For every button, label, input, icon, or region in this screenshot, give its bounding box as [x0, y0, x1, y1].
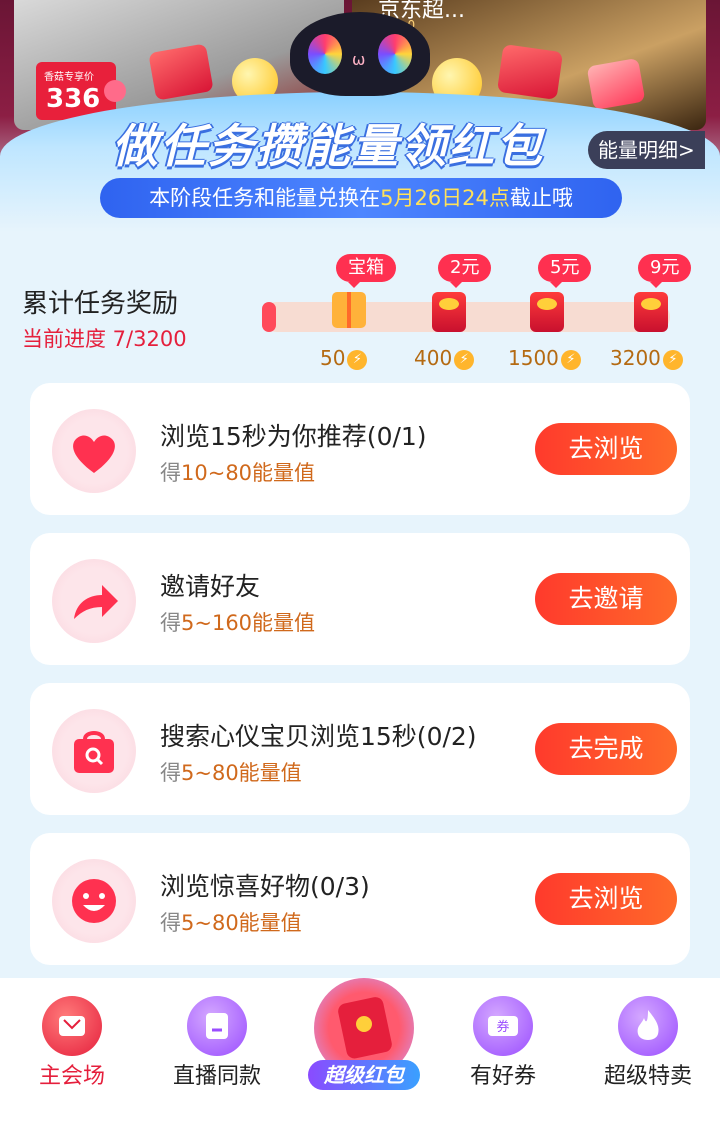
task-icon-circle — [52, 709, 136, 793]
task-card: 浏览15秒为你推荐(0/1) 得10~80能量值 去浏览 — [30, 383, 690, 515]
deadline-notice: 本阶段任务和能量兑换在5月26日24点截止哦 — [100, 178, 622, 218]
milestone-tag: 9元 — [638, 254, 692, 288]
task-action-button[interactable]: 去浏览 — [535, 423, 677, 475]
red-envelope-icon — [634, 292, 668, 332]
task-icon-circle — [52, 409, 136, 493]
tmall-cat-mascot: ω — [290, 12, 430, 96]
heart-icon — [73, 435, 115, 473]
milestone-tag: 2元 — [438, 254, 492, 288]
red-envelope-icon — [530, 292, 564, 332]
tab-super-red-envelope[interactable]: 超级红包 — [306, 978, 422, 1129]
task-reward: 得5~80能量值 — [160, 761, 302, 785]
tab-super-sale[interactable]: 超级特卖 — [588, 978, 708, 1129]
tv-icon — [42, 996, 102, 1056]
task-title: 浏览15秒为你推荐(0/1) — [160, 422, 427, 451]
deadline-prefix: 本阶段任务和能量兑换在 — [149, 186, 381, 210]
mascot-eye-icon — [378, 34, 412, 74]
smiley-icon — [72, 879, 116, 923]
bookmark-icon — [187, 996, 247, 1056]
task-action-button[interactable]: 去浏览 — [535, 873, 677, 925]
coupon-icon: 券 — [473, 996, 533, 1056]
progress-track — [262, 302, 670, 332]
energy-bolt-icon: ⚡ — [347, 349, 368, 370]
red-envelope-decoration — [586, 57, 646, 111]
task-card: 搜索心仪宝贝浏览15秒(0/2) 得5~80能量值 去完成 — [30, 683, 690, 815]
gift-box-icon — [332, 292, 366, 328]
task-title: 邀请好友 — [160, 572, 261, 601]
milestone-tag: 5元 — [538, 254, 592, 288]
energy-detail-button[interactable]: 能量明细> — [588, 131, 705, 169]
tab-label: 超级红包 — [308, 1060, 420, 1090]
milestone-tag: 宝箱 — [336, 254, 396, 288]
progress-current: 当前进度 7/3200 — [22, 327, 187, 351]
tab-label: 主会场 — [38, 1064, 105, 1089]
red-envelope-decoration — [148, 43, 214, 101]
shopping-bag-search-icon — [74, 731, 114, 773]
task-action-button[interactable]: 去完成 — [535, 723, 677, 775]
svg-text:券: 券 — [496, 1019, 509, 1035]
milestone-amount: 50 ⚡ — [320, 346, 368, 370]
bottom-tab-bar: 主会场 直播同款 超级红包 券 有好券 超级特卖 — [0, 978, 720, 1129]
task-reward: 得10~80能量值 — [160, 461, 316, 485]
task-title: 浏览惊喜好物(0/3) — [160, 872, 370, 901]
red-envelope-icon — [432, 292, 466, 332]
deadline-suffix: 截止哦 — [509, 186, 573, 210]
task-icon-circle — [52, 859, 136, 943]
tab-coupons[interactable]: 券 有好券 — [443, 978, 563, 1129]
flame-icon — [618, 996, 678, 1056]
progress-label: 累计任务奖励 — [22, 289, 179, 319]
share-arrow-icon — [74, 585, 118, 619]
task-title: 搜索心仪宝贝浏览15秒(0/2) — [160, 722, 477, 751]
progress-fill — [262, 302, 276, 332]
price-tag-value: 336 — [46, 84, 101, 114]
heart-decoration — [104, 80, 126, 102]
tab-label: 超级特卖 — [603, 1064, 692, 1089]
task-card: 浏览惊喜好物(0/3) 得5~80能量值 去浏览 — [30, 833, 690, 965]
task-action-button[interactable]: 去邀请 — [535, 573, 677, 625]
task-reward: 得5~80能量值 — [160, 911, 302, 935]
red-envelope-decoration — [496, 44, 564, 100]
tab-label: 直播同款 — [172, 1064, 261, 1089]
task-icon-circle — [52, 559, 136, 643]
energy-bolt-icon: ⚡ — [662, 349, 683, 370]
page-title: 做任务攒能量领红包 — [112, 119, 544, 173]
deadline-date: 5月26日24点 — [380, 186, 510, 210]
milestone-amount: 3200 ⚡ — [610, 346, 683, 370]
energy-bolt-icon: ⚡ — [560, 349, 581, 370]
task-reward: 得5~160能量值 — [160, 611, 316, 635]
price-tag-label: 香菇专享价 — [44, 72, 94, 83]
milestone-amount: 400 ⚡ — [414, 346, 475, 370]
tab-label: 有好券 — [469, 1064, 536, 1089]
hero-banner: 香菇专享价 336 京东超... 2.0 ω 做任务攒能量领红包 能量明细> 本… — [0, 0, 720, 232]
milestone-amount: 1500 ⚡ — [508, 346, 581, 370]
tab-main-venue[interactable]: 主会场 — [12, 978, 132, 1129]
mascot-nose-icon: ω — [352, 50, 366, 69]
tab-live-same[interactable]: 直播同款 — [157, 978, 277, 1129]
task-card: 邀请好友 得5~160能量值 去邀请 — [30, 533, 690, 665]
mascot-eye-icon — [308, 34, 342, 74]
energy-bolt-icon: ⚡ — [454, 349, 475, 370]
